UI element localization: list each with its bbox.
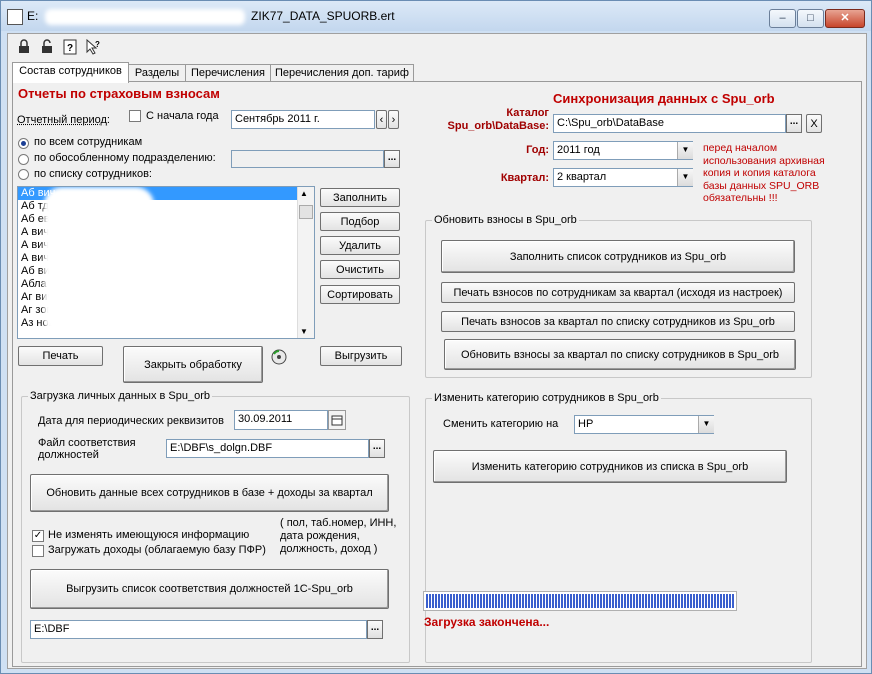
minimize-button[interactable]: – bbox=[769, 9, 796, 28]
fields-note: ( пол, таб.номер, ИНН, дата рождения, до… bbox=[280, 517, 397, 555]
load-group-label: Загрузка личных данных в Spu_orb bbox=[28, 390, 213, 402]
update-group: Обновить взносы в Spu_orb Заполнить спис… bbox=[425, 214, 812, 378]
status-text: Загрузка закончена... bbox=[424, 615, 550, 629]
category-select[interactable]: НР bbox=[574, 415, 714, 434]
delete-button[interactable]: Удалить bbox=[320, 236, 400, 255]
sort-button[interactable]: Сортировать bbox=[320, 285, 400, 304]
tab-sections[interactable]: Разделы bbox=[128, 64, 186, 82]
unit-field bbox=[231, 150, 384, 168]
app-icon bbox=[7, 9, 23, 25]
file-select-button[interactable]: ... bbox=[369, 439, 385, 458]
file-field[interactable]: E:\DBF\s_dolgn.DBF bbox=[166, 439, 369, 458]
svg-text:?: ? bbox=[95, 40, 100, 49]
unlock-icon[interactable] bbox=[39, 39, 55, 55]
reports-header: Отчеты по страховым взносам bbox=[18, 86, 220, 101]
catalog-field[interactable]: C:\Spu_orb\DataBase bbox=[553, 114, 786, 133]
print-list-button[interactable]: Печать взносов за квартал по списку сотр… bbox=[441, 311, 795, 332]
from-year-label: С начала года bbox=[146, 110, 219, 122]
radio-all-label: по всем сотрудникам bbox=[34, 136, 143, 148]
radio-list[interactable] bbox=[18, 169, 29, 180]
period-field[interactable]: Сентябрь 2011 г. bbox=[231, 110, 375, 129]
year-dropdown-icon[interactable]: ▼ bbox=[677, 142, 693, 159]
backup-warning: перед началом использования архивная коп… bbox=[703, 142, 825, 204]
load-group: Загрузка личных данных в Spu_orb Дата дл… bbox=[21, 390, 410, 663]
radio-all-employees[interactable] bbox=[18, 138, 29, 149]
tab-transfers[interactable]: Перечисления bbox=[185, 64, 271, 82]
select-button[interactable]: Подбор bbox=[320, 212, 400, 231]
file-label: Файл соответствия должностей bbox=[38, 437, 136, 461]
catalog-label-1: Каталог bbox=[506, 107, 549, 119]
radio-unit-label: по обособленному подразделению: bbox=[34, 152, 216, 164]
catalog-clear-button[interactable]: X bbox=[806, 114, 822, 133]
category-dropdown-icon[interactable]: ▼ bbox=[698, 416, 714, 433]
catalog-select-button[interactable]: ... bbox=[786, 114, 802, 133]
print-button[interactable]: Печать bbox=[18, 346, 103, 366]
export-positions-button[interactable]: Выгрузить список соответствия должностей… bbox=[30, 569, 389, 609]
clear-button[interactable]: Очистить bbox=[320, 260, 400, 279]
period-next-button[interactable]: › bbox=[388, 110, 399, 129]
help-icon[interactable]: ? bbox=[62, 39, 78, 55]
update-employees-button[interactable]: Обновить данные всех сотрудников в базе … bbox=[30, 474, 389, 512]
update-contributions-button[interactable]: Обновить взносы за квартал по списку сот… bbox=[444, 339, 796, 370]
quarter-select[interactable]: 2 квартал bbox=[553, 168, 693, 187]
quarter-label: Квартал: bbox=[500, 172, 549, 184]
pointer-help-icon[interactable]: ? bbox=[85, 38, 101, 55]
year-select[interactable]: 2011 год bbox=[553, 141, 693, 160]
calendar-icon[interactable] bbox=[328, 410, 346, 430]
progress-fill bbox=[426, 594, 734, 608]
title-suffix: ZIK77_DATA_SPUORB.ert bbox=[251, 9, 395, 23]
catalog-label-2: Spu_orb\DataBase: bbox=[447, 120, 549, 132]
tab-panel: Отчеты по страховым взносам Отчетный пер… bbox=[12, 81, 862, 667]
period-label: Отчетный период: bbox=[17, 114, 110, 126]
fill-button[interactable]: Заполнить bbox=[320, 188, 400, 207]
folder-field[interactable]: E:\DBF bbox=[30, 620, 367, 639]
title-prefix: E: bbox=[27, 9, 39, 23]
radio-list-label: по списку сотрудников: bbox=[34, 168, 152, 180]
application-window: E: ZIK77_DATA_SPUORB.ert – □ ✕ ? ? Соста… bbox=[0, 0, 872, 674]
redacted-region bbox=[45, 9, 245, 25]
maximize-button[interactable]: □ bbox=[797, 9, 824, 28]
change-category-button[interactable]: Изменить категорию сотрудников из списка… bbox=[433, 450, 787, 483]
list-scrollbar[interactable]: ▲ ▼ bbox=[297, 187, 314, 338]
employee-list[interactable]: Аб вич Аб тдинович Аб евич А вич А вич А… bbox=[17, 186, 315, 339]
category-group-label: Изменить категорию сотрудников в Spu_orb bbox=[432, 392, 661, 404]
load-income-label: Загружать доходы (облагаемую базу ПФР) bbox=[48, 544, 266, 556]
disk-icon[interactable] bbox=[271, 349, 287, 365]
tab-transfers-extra[interactable]: Перечисления доп. тариф bbox=[270, 64, 414, 82]
keep-info-checkbox[interactable]: ✓ bbox=[32, 530, 44, 542]
lock-icon[interactable] bbox=[16, 39, 32, 55]
unit-select-button[interactable]: ... bbox=[384, 150, 400, 168]
radio-unit[interactable] bbox=[18, 154, 29, 165]
client-area: ? ? Состав сотрудников Разделы Перечисле… bbox=[7, 33, 867, 669]
close-processing-button[interactable]: Закрыть обработку bbox=[123, 346, 263, 383]
close-button[interactable]: ✕ bbox=[825, 9, 865, 28]
update-group-label: Обновить взносы в Spu_orb bbox=[432, 214, 579, 226]
fill-from-spu-button[interactable]: Заполнить список сотрудников из Spu_orb bbox=[441, 240, 795, 273]
progress-bar bbox=[423, 591, 737, 611]
export-button[interactable]: Выгрузить bbox=[320, 346, 402, 366]
period-prev-button[interactable]: ‹ bbox=[376, 110, 387, 129]
from-year-checkbox[interactable] bbox=[129, 110, 141, 122]
svg-text:?: ? bbox=[67, 43, 73, 54]
quarter-dropdown-icon[interactable]: ▼ bbox=[677, 169, 693, 186]
category-change-label: Сменить категорию на bbox=[443, 418, 559, 430]
folder-select-button[interactable]: ... bbox=[367, 620, 383, 639]
tab-employees[interactable]: Состав сотрудников bbox=[12, 62, 129, 83]
print-employees-button[interactable]: Печать взносов по сотрудникам за квартал… bbox=[441, 282, 795, 303]
sync-header: Синхронизация данных с Spu_orb bbox=[553, 91, 775, 106]
date-label: Дата для периодических реквизитов bbox=[38, 415, 225, 427]
redacted-region bbox=[44, 187, 154, 337]
title-bar: E: ZIK77_DATA_SPUORB.ert – □ ✕ bbox=[1, 1, 871, 31]
year-label: Год: bbox=[526, 144, 549, 156]
date-field[interactable]: 30.09.2011 bbox=[234, 410, 328, 430]
load-income-checkbox[interactable] bbox=[32, 545, 44, 557]
keep-info-label: Не изменять имеющуюся информацию bbox=[48, 529, 250, 541]
